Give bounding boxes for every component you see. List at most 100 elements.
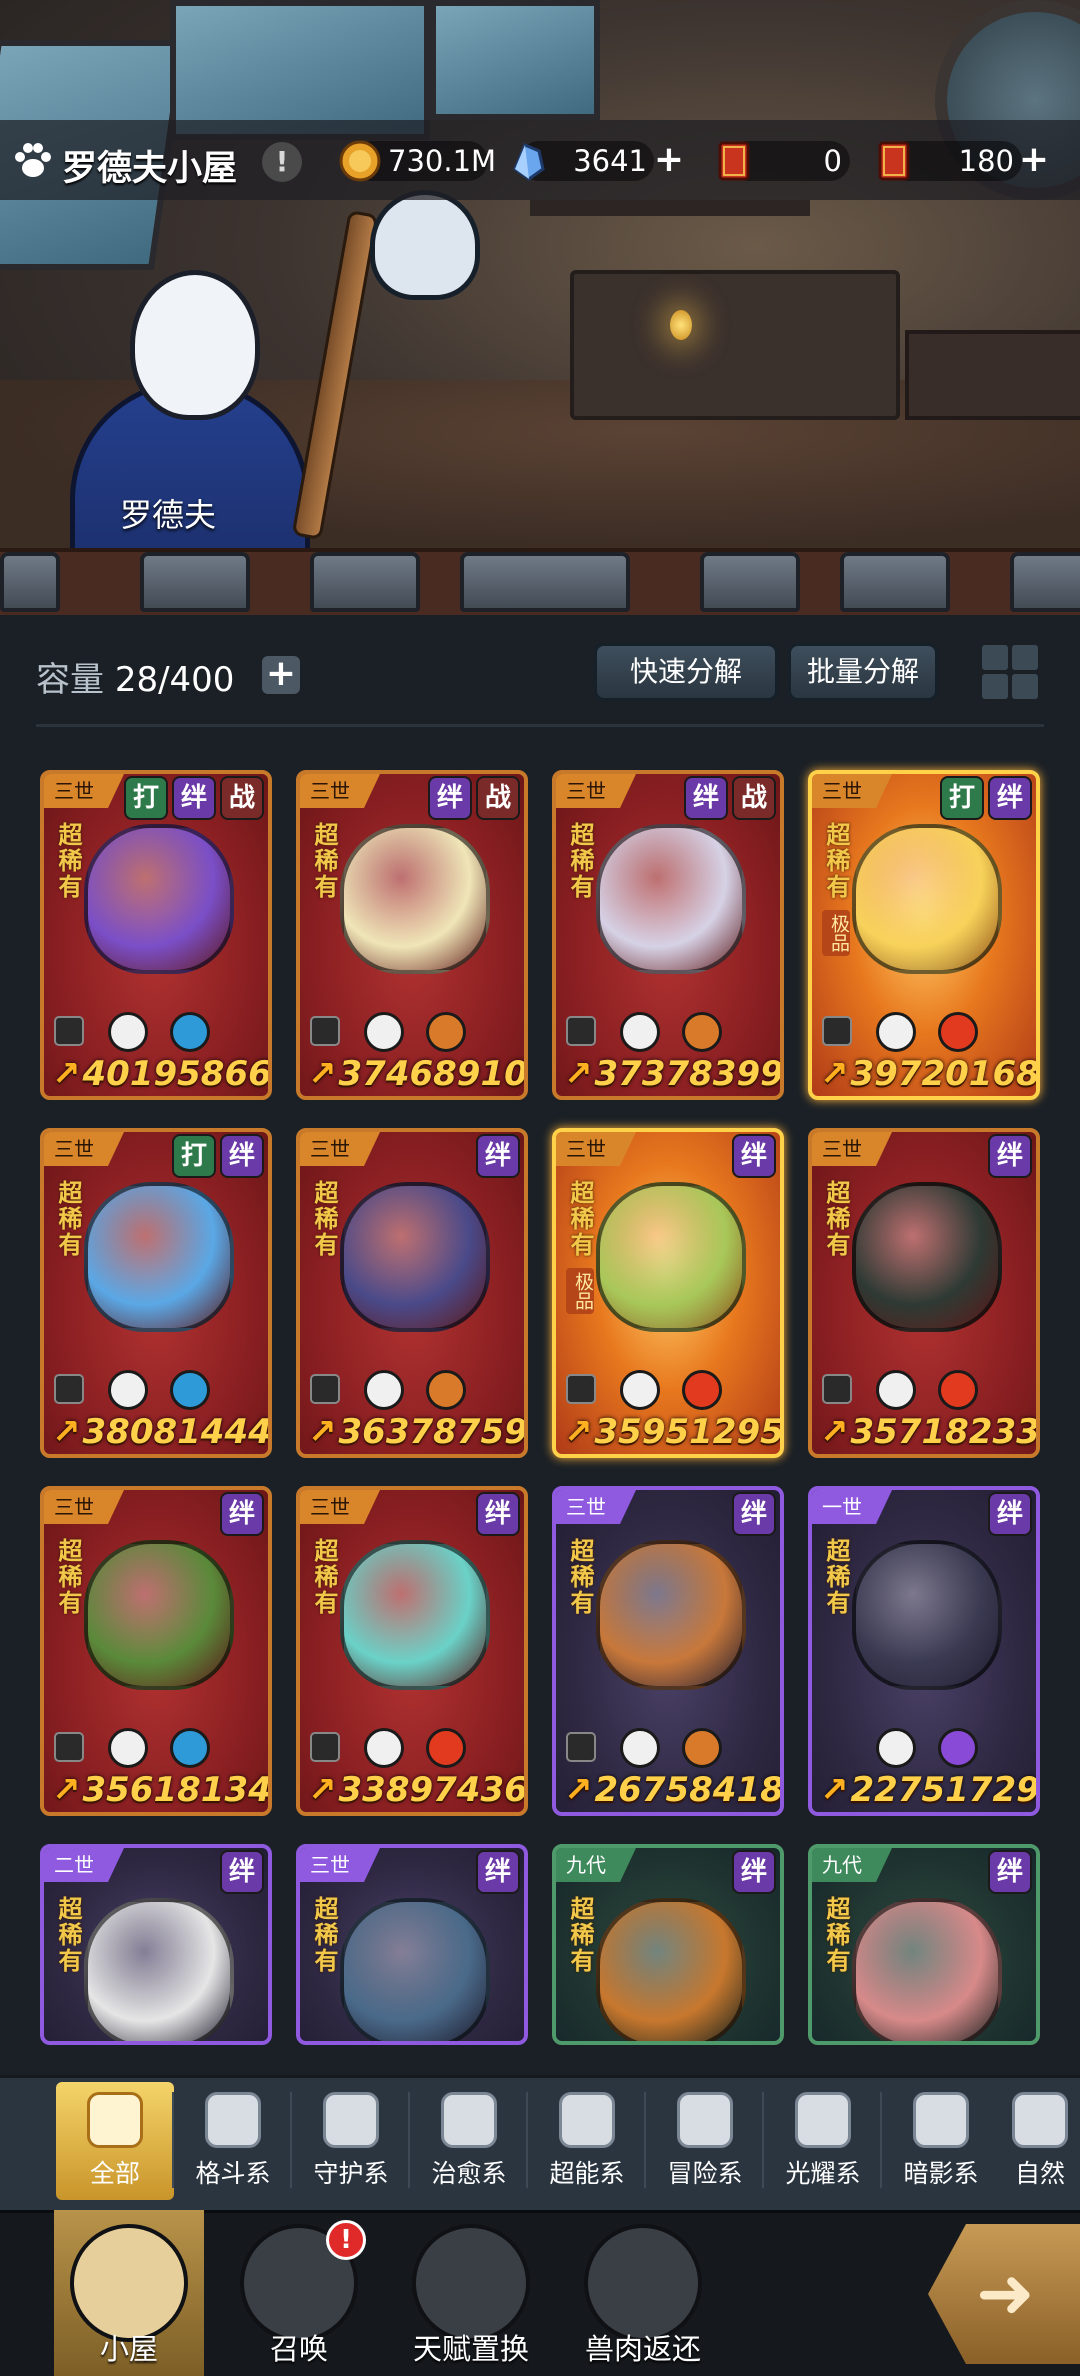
fire-attribute-icon: [682, 1370, 722, 1410]
power-value: 35618134: [82, 1770, 272, 1810]
card-tag: 绊: [476, 1492, 520, 1536]
lock-icon[interactable]: [54, 1016, 84, 1046]
generation-badge: 九代: [812, 1848, 892, 1882]
gold-coin-icon: [339, 140, 381, 182]
beast-card[interactable]: 三世 绊超稀有 极品 ↗35951295: [552, 1128, 784, 1458]
category-separator: [408, 2092, 410, 2188]
nav-meat[interactable]: 兽肉返还: [568, 2210, 718, 2376]
lock-icon[interactable]: [822, 1016, 852, 1046]
card-tag: 打: [940, 776, 984, 820]
rarity-label: 超稀有: [566, 1538, 594, 1616]
card-tag: 绊: [988, 776, 1032, 820]
generation-badge: 三世: [44, 774, 124, 808]
card-tags: 打绊: [940, 776, 1032, 820]
beast-portrait: [84, 1540, 234, 1690]
generation-badge: 三世: [300, 774, 380, 808]
beast-portrait: [852, 1898, 1002, 2041]
lock-icon[interactable]: [54, 1732, 84, 1762]
excellent-badge: 极品: [822, 910, 850, 956]
nav-label: 小屋: [99, 2332, 158, 2366]
beast-card[interactable]: 三世 绊超稀有 ↗36378759: [296, 1128, 528, 1458]
beast-card[interactable]: 九代 绊超稀有: [808, 1844, 1040, 2045]
add-crystal-button[interactable]: +: [653, 142, 685, 178]
window: [430, 0, 600, 120]
grid-cell: [982, 645, 1008, 670]
nav-house[interactable]: 小屋: [54, 2210, 204, 2376]
beast-portrait: [84, 1182, 234, 1332]
lock-icon[interactable]: [310, 1016, 340, 1046]
beast-portrait: [340, 1182, 490, 1332]
add-ticket-button[interactable]: +: [1018, 142, 1050, 178]
rarity-label: 超稀有: [310, 1896, 338, 1974]
card-tag: 绊: [684, 776, 728, 820]
card-tags: 绊: [476, 1850, 520, 1894]
category-lantern[interactable]: 冒险系: [646, 2082, 764, 2200]
capacity-key: 容量: [36, 660, 104, 700]
lock-icon[interactable]: [566, 1732, 596, 1762]
card-tags: 绊: [476, 1134, 520, 1178]
beast-card[interactable]: 三世 打绊超稀有 极品 ↗39720168: [808, 770, 1040, 1100]
category-all-blocks[interactable]: 全部: [56, 2082, 174, 2200]
resource-ticket-ji: 180 +: [872, 139, 1057, 183]
category-alien[interactable]: 超能系: [528, 2082, 646, 2200]
psychic-attribute-icon: [620, 1012, 660, 1052]
lock-icon[interactable]: [310, 1732, 340, 1762]
beast-portrait: [340, 1540, 490, 1690]
beast-card[interactable]: 三世 绊超稀有 ↗26758418: [552, 1486, 784, 1816]
lock-icon[interactable]: [566, 1374, 596, 1404]
beast-card[interactable]: 二世 绊超稀有: [40, 1844, 272, 2045]
nav-swap-arrows[interactable]: 天赋置换: [396, 2210, 546, 2376]
beast-card[interactable]: 三世 打绊超稀有 ↗38081444: [40, 1128, 272, 1458]
power-icon: ↗: [52, 1412, 81, 1452]
leaf-icon: [1012, 2092, 1068, 2148]
power-icon: ↗: [308, 1770, 337, 1810]
generation-badge: 三世: [300, 1490, 380, 1524]
grid-view-icon[interactable]: [982, 645, 1038, 699]
beast-card[interactable]: 三世 绊超稀有 ↗35618134: [40, 1486, 272, 1816]
rarity-label: 超稀有: [822, 822, 850, 900]
category-eye[interactable]: 暗影系: [882, 2082, 1000, 2200]
category-sprout[interactable]: 治愈系: [410, 2082, 528, 2200]
beast-card[interactable]: 一世 绊超稀有 ↗22751729: [808, 1486, 1040, 1816]
batch-decompose-button[interactable]: 批量分解: [788, 643, 938, 701]
generation-badge: 三世: [812, 1132, 892, 1166]
beast-card[interactable]: 三世 绊超稀有: [296, 1844, 528, 2045]
category-separator: [762, 2092, 764, 2188]
generation-badge: 三世: [556, 774, 636, 808]
card-tag: 绊: [220, 1850, 264, 1894]
beast-card[interactable]: 三世 绊超稀有 ↗35718233: [808, 1128, 1040, 1458]
beast-card[interactable]: 三世 绊战超稀有 ↗37378399: [552, 770, 784, 1100]
rarity-label: 超稀有: [310, 1538, 338, 1616]
water-attribute-icon: [170, 1370, 210, 1410]
lock-icon[interactable]: [310, 1374, 340, 1404]
quick-decompose-button[interactable]: 快速分解: [594, 643, 778, 701]
category-leaf[interactable]: 自然: [1000, 2082, 1080, 2200]
beast-card[interactable]: 九代 绊超稀有: [552, 1844, 784, 2045]
card-tags: 绊战: [684, 776, 776, 820]
power-value: 35718233: [850, 1412, 1040, 1452]
lock-icon[interactable]: [822, 1374, 852, 1404]
card-tag: 绊: [172, 776, 216, 820]
beast-portrait: [84, 1898, 234, 2041]
beast-card[interactable]: 三世打绊战超稀有 ↗40195866: [40, 770, 272, 1100]
rail-stone: [460, 552, 630, 612]
rarity-label: 超稀有: [310, 822, 338, 900]
grid-cell: [1012, 674, 1038, 699]
category-fist[interactable]: 格斗系: [174, 2082, 292, 2200]
red-ticket-icon: [878, 141, 910, 181]
generation-badge: 一世: [812, 1490, 892, 1524]
beast-card[interactable]: 三世 绊超稀有 ↗33897436: [296, 1486, 528, 1816]
earth-attribute-icon: [426, 1370, 466, 1410]
lock-icon[interactable]: [566, 1016, 596, 1046]
expand-capacity-button[interactable]: +: [262, 656, 300, 694]
beast-portrait: [596, 1898, 746, 2041]
lock-icon[interactable]: [54, 1374, 84, 1404]
moon-attribute-icon: [938, 1728, 978, 1768]
power-icon: ↗: [820, 1770, 849, 1810]
info-icon[interactable]: !: [262, 142, 302, 182]
beast-card[interactable]: 三世 绊战超稀有 ↗37468910: [296, 770, 528, 1100]
category-shield[interactable]: 守护系: [292, 2082, 410, 2200]
power-value: 36378759: [338, 1412, 528, 1452]
category-label: 自然: [1014, 2159, 1065, 2188]
category-star[interactable]: 光耀系: [764, 2082, 882, 2200]
